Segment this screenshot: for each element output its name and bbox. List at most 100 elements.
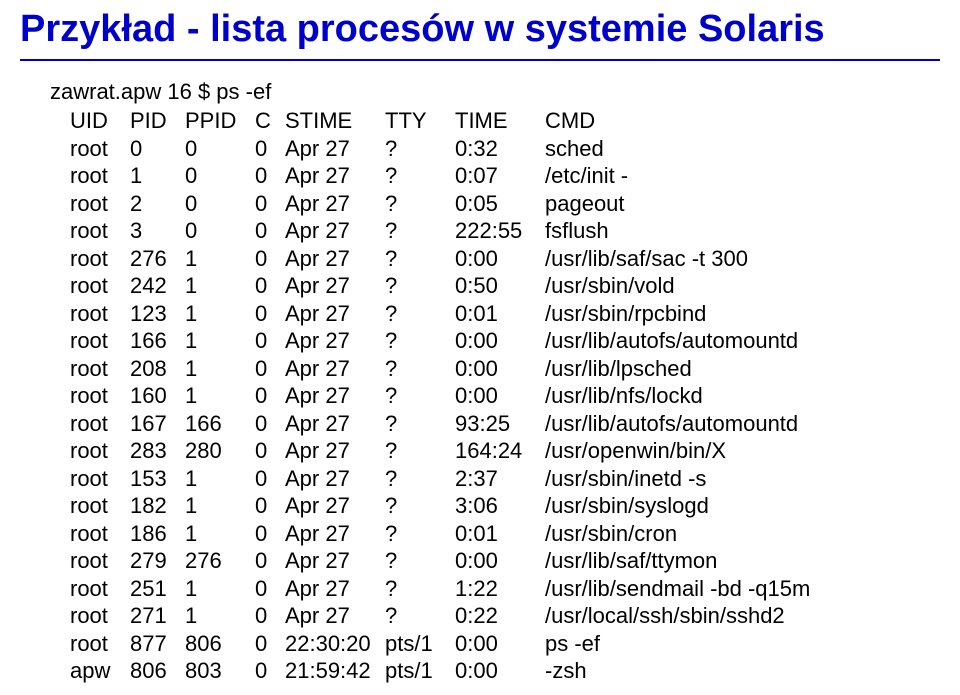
cell-pid: 123 <box>130 300 185 328</box>
cell-ppid: 1 <box>185 575 255 603</box>
cell-cmd: sched <box>545 135 820 163</box>
table-row: root27110Apr 27?0:22/usr/local/ssh/sbin/… <box>70 602 820 630</box>
cell-uid: root <box>70 135 130 163</box>
cell-ppid: 1 <box>185 245 255 273</box>
cell-uid: root <box>70 190 130 218</box>
cell-tty: ? <box>385 135 455 163</box>
cell-cmd: /usr/sbin/cron <box>545 520 820 548</box>
cell-stime: Apr 27 <box>285 300 385 328</box>
cell-time: 93:25 <box>455 410 545 438</box>
cell-pid: 251 <box>130 575 185 603</box>
table-row: root12310Apr 27?0:01/usr/sbin/rpcbind <box>70 300 820 328</box>
cell-stime: Apr 27 <box>285 492 385 520</box>
table-row: root000Apr 27?0:32sched <box>70 135 820 163</box>
cell-ppid: 1 <box>185 272 255 300</box>
cell-pid: 153 <box>130 465 185 493</box>
cell-c: 0 <box>255 327 285 355</box>
cell-c: 0 <box>255 300 285 328</box>
cell-tty: ? <box>385 327 455 355</box>
cell-tty: pts/1 <box>385 630 455 658</box>
cell-tty: ? <box>385 245 455 273</box>
cell-uid: root <box>70 547 130 575</box>
cell-time: 0:00 <box>455 657 545 685</box>
cell-time: 0:07 <box>455 162 545 190</box>
cell-stime: Apr 27 <box>285 355 385 383</box>
cell-stime: Apr 27 <box>285 547 385 575</box>
cell-c: 0 <box>255 190 285 218</box>
cell-stime: Apr 27 <box>285 272 385 300</box>
cell-tty: ? <box>385 520 455 548</box>
shell-prompt: zawrat.apw 16 $ ps -ef <box>50 79 940 105</box>
cell-tty: ? <box>385 355 455 383</box>
cell-stime: Apr 27 <box>285 602 385 630</box>
cell-pid: 2 <box>130 190 185 218</box>
cell-stime: Apr 27 <box>285 245 385 273</box>
cell-pid: 279 <box>130 547 185 575</box>
table-row: root18210Apr 27?3:06/usr/sbin/syslogd <box>70 492 820 520</box>
cell-c: 0 <box>255 135 285 163</box>
cell-tty: pts/1 <box>385 657 455 685</box>
table-row: root24210Apr 27?0:50/usr/sbin/vold <box>70 272 820 300</box>
cell-uid: root <box>70 492 130 520</box>
cell-c: 0 <box>255 630 285 658</box>
process-table-wrap: UID PID PPID C STIME TTY TIME CMD root00… <box>70 107 940 685</box>
cell-c: 0 <box>255 217 285 245</box>
cell-ppid: 1 <box>185 465 255 493</box>
cell-stime: Apr 27 <box>285 217 385 245</box>
cell-tty: ? <box>385 190 455 218</box>
table-row: root2792760Apr 27?0:00 /usr/lib/saf/ttym… <box>70 547 820 575</box>
cell-uid: root <box>70 575 130 603</box>
cell-cmd: /usr/sbin/rpcbind <box>545 300 820 328</box>
cell-time: 0:00 <box>455 382 545 410</box>
cell-time: 1:22 <box>455 575 545 603</box>
cell-cmd: /usr/sbin/syslogd <box>545 492 820 520</box>
table-row: root300Apr 27?222:55fsflush <box>70 217 820 245</box>
cell-pid: 186 <box>130 520 185 548</box>
cell-c: 0 <box>255 382 285 410</box>
cell-stime: Apr 27 <box>285 135 385 163</box>
cell-ppid: 803 <box>185 657 255 685</box>
cell-cmd: ps -ef <box>545 630 820 658</box>
cell-stime: Apr 27 <box>285 465 385 493</box>
cell-time: 0:00 <box>455 355 545 383</box>
header-tty: TTY <box>385 107 455 135</box>
cell-tty: ? <box>385 602 455 630</box>
cell-cmd: -zsh <box>545 657 820 685</box>
cell-stime: Apr 27 <box>285 575 385 603</box>
cell-cmd: /usr/lib/autofs/automountd <box>545 410 820 438</box>
cell-ppid: 280 <box>185 437 255 465</box>
table-row: root20810Apr 27?0:00/usr/lib/lpsched <box>70 355 820 383</box>
cell-pid: 208 <box>130 355 185 383</box>
cell-stime: Apr 27 <box>285 437 385 465</box>
cell-pid: 167 <box>130 410 185 438</box>
cell-pid: 0 <box>130 135 185 163</box>
cell-cmd: pageout <box>545 190 820 218</box>
table-row: root2832800Apr 27?164:24/usr/openwin/bin… <box>70 437 820 465</box>
table-row: root200Apr 27?0:05pageout <box>70 190 820 218</box>
cell-stime: 21:59:42 <box>285 657 385 685</box>
title-underline <box>20 59 940 61</box>
header-stime: STIME <box>285 107 385 135</box>
cell-pid: 806 <box>130 657 185 685</box>
cell-tty: ? <box>385 575 455 603</box>
table-row: root15310Apr 27?2:37/usr/sbin/inetd -s <box>70 465 820 493</box>
cell-ppid: 166 <box>185 410 255 438</box>
cell-uid: root <box>70 465 130 493</box>
cell-cmd: /usr/openwin/bin/X <box>545 437 820 465</box>
cell-uid: root <box>70 245 130 273</box>
cell-ppid: 1 <box>185 355 255 383</box>
cell-cmd: /usr/local/ssh/sbin/sshd2 <box>545 602 820 630</box>
cell-tty: ? <box>385 162 455 190</box>
cell-stime: Apr 27 <box>285 162 385 190</box>
cell-ppid: 1 <box>185 327 255 355</box>
cell-uid: apw <box>70 657 130 685</box>
cell-time: 0:00 <box>455 630 545 658</box>
cell-pid: 242 <box>130 272 185 300</box>
header-uid: UID <box>70 107 130 135</box>
cell-ppid: 0 <box>185 162 255 190</box>
cell-cmd: /usr/lib/lpsched <box>545 355 820 383</box>
cell-uid: root <box>70 520 130 548</box>
cell-time: 0:05 <box>455 190 545 218</box>
cell-c: 0 <box>255 657 285 685</box>
cell-stime: Apr 27 <box>285 410 385 438</box>
